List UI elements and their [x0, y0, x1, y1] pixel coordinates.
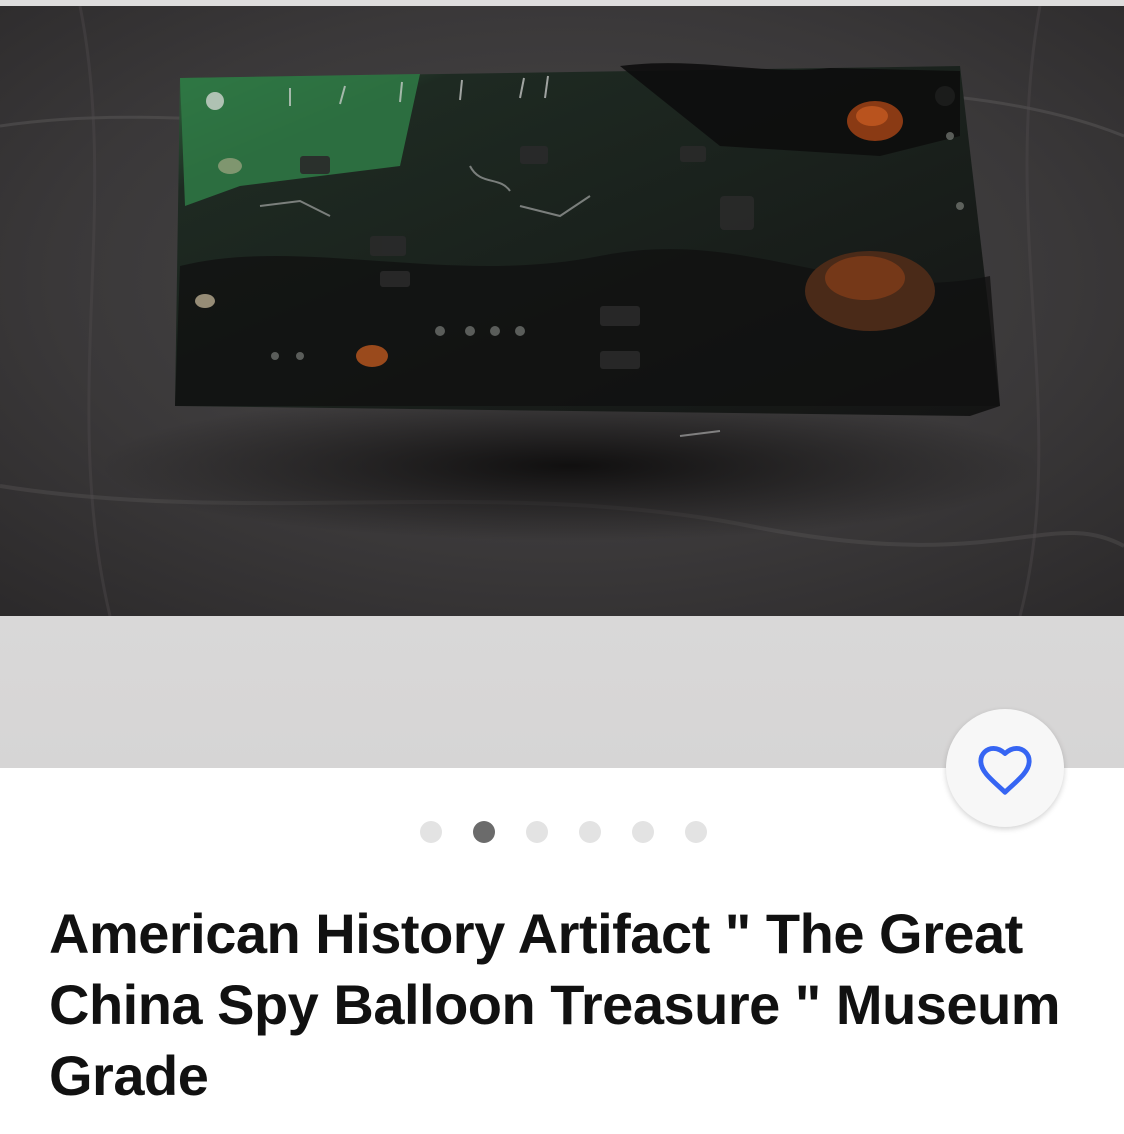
image-gallery[interactable] [0, 0, 1124, 827]
heart-outline-icon [978, 745, 1032, 795]
burnt-circuit-board-image [0, 6, 1124, 616]
gallery-dot-6[interactable] [685, 821, 707, 843]
gallery-dot-4[interactable] [579, 821, 601, 843]
listing-page: American History Artifact " The Great Ch… [0, 0, 1124, 1134]
gallery-dot-3[interactable] [526, 821, 548, 843]
gallery-dot-1[interactable] [420, 821, 442, 843]
gallery-dot-5[interactable] [632, 821, 654, 843]
gallery-dot-2-active[interactable] [473, 821, 495, 843]
gallery-pagination-dots [420, 821, 707, 843]
listing-photo[interactable] [0, 6, 1124, 616]
favorite-button[interactable] [946, 709, 1064, 827]
listing-title: American History Artifact " The Great Ch… [49, 902, 1061, 1107]
